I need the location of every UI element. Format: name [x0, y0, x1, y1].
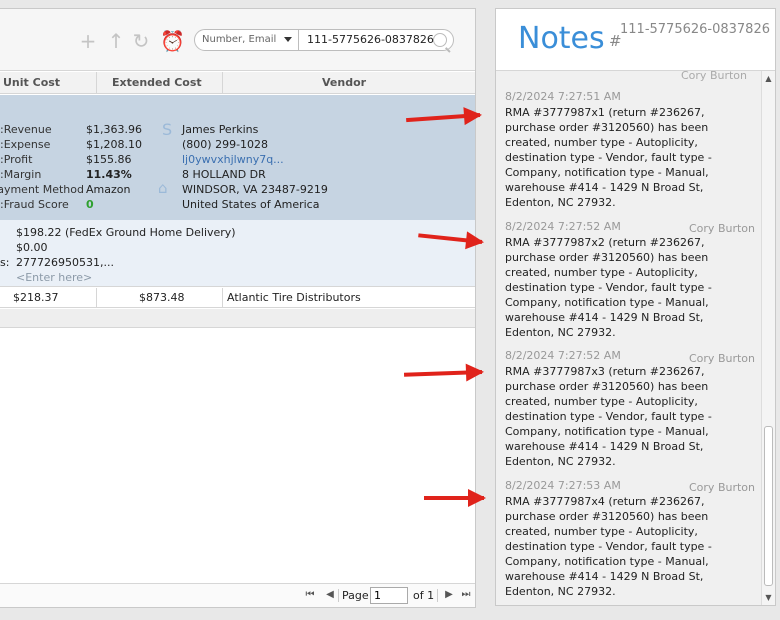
- home-icon: ⌂: [158, 179, 168, 197]
- tracking-number[interactable]: 277726950531,...: [16, 255, 114, 270]
- column-headers: Unit Cost Extended Cost Vendor: [0, 72, 475, 94]
- note-text: RMA #3777987x3 (return #236267, purchase…: [505, 365, 712, 468]
- up-arrow-icon[interactable]: ↑: [106, 31, 126, 51]
- customer-address-line2: WINDSOR, VA 23487-9219: [182, 183, 328, 196]
- vendor-cell: Atlantic Tire Distributors: [227, 291, 361, 304]
- financial-label: Revenue:: [0, 123, 52, 136]
- customer-phone: (800) 299-1028: [182, 138, 269, 151]
- search-box: Number, Email 111-5775626-0837826: [194, 29, 454, 51]
- financial-value: $1,363.96: [86, 123, 142, 136]
- notes-order-id: 111-5775626-0837826: [620, 22, 770, 37]
- notes-panel: Notes # 111-5775626-0837826 Cory Burton …: [495, 8, 776, 606]
- note-author: Cory Burton: [681, 71, 747, 82]
- financial-value: 0: [86, 198, 94, 211]
- alarm-icon[interactable]: ⏰: [160, 31, 185, 51]
- seller-icon: S: [162, 120, 173, 139]
- financial-label: Margin:: [0, 168, 42, 181]
- note-timestamp: 8/2/2024 7:27:51 AM: [505, 90, 621, 103]
- scroll-down-icon[interactable]: ▼: [764, 593, 773, 602]
- financial-label: Profit:: [0, 153, 33, 166]
- search-input[interactable]: 111-5775626-0837826: [307, 30, 434, 50]
- notes-header: Notes # 111-5775626-0837826: [496, 9, 775, 71]
- note-text: RMA #3777987x2 (return #236267, purchase…: [505, 236, 712, 339]
- refresh-icon[interactable]: ↻: [131, 31, 151, 51]
- column-unit-cost[interactable]: Unit Cost: [3, 72, 60, 94]
- shipping-notes-input[interactable]: <Enter here>: [16, 270, 92, 285]
- last-page-icon[interactable]: ⏭: [460, 589, 472, 601]
- note-item: 8/2/2024 7:27:53 AM RMA #3777987x4 (retur…: [505, 478, 755, 605]
- shipping-cost: $0.00: [16, 241, 48, 254]
- search-type-select[interactable]: Number, Email: [195, 30, 299, 50]
- column-extended-cost[interactable]: Extended Cost: [112, 72, 202, 94]
- financial-value: 11.43%: [86, 168, 132, 181]
- note-timestamp: 8/2/2024 7:27:52 AM: [505, 220, 621, 233]
- page-number-input[interactable]: [370, 587, 408, 604]
- page-count: of 1: [413, 589, 435, 602]
- search-type-label: Number, Email: [202, 34, 277, 45]
- shipping-details: $198.22 (FedEx Ground Home Delivery) $0.…: [0, 220, 475, 287]
- table-row[interactable]: $218.37 $873.48 Atlantic Tire Distributo…: [0, 288, 475, 308]
- table-footer-strip: [0, 309, 475, 328]
- extended-cost-cell: $873.48: [139, 291, 185, 304]
- customer-country: United States of America: [182, 198, 320, 211]
- note-timestamp: 8/2/2024 7:27:52 AM: [505, 349, 621, 362]
- toolbar: + ↑ ↻ ⏰ Number, Email 111-5775626-083782…: [0, 9, 475, 71]
- financial-label: Payment Method:: [0, 183, 84, 196]
- customer-address-line1: 8 HOLLAND DR: [182, 168, 266, 181]
- scrollbar-thumb[interactable]: [764, 426, 773, 586]
- tracking-label: s:: [0, 256, 10, 269]
- financial-label: Fraud Score:: [0, 198, 69, 211]
- customer-email-link[interactable]: lj0ywvxhjlwny7q...: [182, 152, 284, 167]
- unit-cost-cell: $218.37: [13, 291, 59, 304]
- financial-value: $155.86: [86, 153, 132, 166]
- note-item: 8/2/2024 7:27:52 AM RMA #3777987x3 (retur…: [505, 348, 755, 494]
- note-item: 8/2/2024 7:27:52 AM RMA #3777987x2 (retur…: [505, 219, 755, 365]
- note-item: 8/2/2024 7:27:51 AM RMA #3777987x1 (retur…: [505, 89, 755, 235]
- next-page-icon[interactable]: ▶: [443, 589, 455, 601]
- financial-value: Amazon: [86, 183, 131, 196]
- add-icon[interactable]: +: [78, 31, 98, 51]
- order-details: Revenue: $1,363.96 Expense: $1,208.10 Profit…: [0, 95, 475, 220]
- notes-title: Notes: [518, 21, 605, 56]
- scroll-up-icon[interactable]: ▲: [764, 74, 773, 83]
- customer-name: James Perkins: [182, 123, 259, 136]
- column-vendor[interactable]: Vendor: [322, 72, 366, 94]
- notes-list[interactable]: Cory Burton 8/2/2024 7:27:51 AM RMA #3777…: [496, 71, 761, 605]
- notes-scrollbar[interactable]: ▲ ▼: [761, 71, 775, 605]
- note-text: RMA #3777987x1 (return #236267, purchase…: [505, 106, 712, 209]
- note-text: RMA #3777987x4 (return #236267, purchase…: [505, 495, 712, 598]
- financial-label: Expense:: [0, 138, 51, 151]
- financial-value: $1,208.10: [86, 138, 142, 151]
- pagination: ⏮ ◀ Page of 1 ▶ ⏭: [0, 583, 475, 607]
- annotation-arrow-4: [424, 489, 486, 507]
- shipping-rate: $198.22 (FedEx Ground Home Delivery): [16, 226, 236, 239]
- chevron-down-icon: [284, 37, 292, 42]
- prev-page-icon[interactable]: ◀: [324, 589, 336, 601]
- page-label: Page: [342, 589, 369, 602]
- first-page-icon[interactable]: ⏮: [304, 589, 316, 601]
- note-timestamp: 8/2/2024 7:27:53 AM: [505, 479, 621, 492]
- search-icon[interactable]: [433, 33, 447, 47]
- order-panel: + ↑ ↻ ⏰ Number, Email 111-5775626-083782…: [0, 8, 476, 608]
